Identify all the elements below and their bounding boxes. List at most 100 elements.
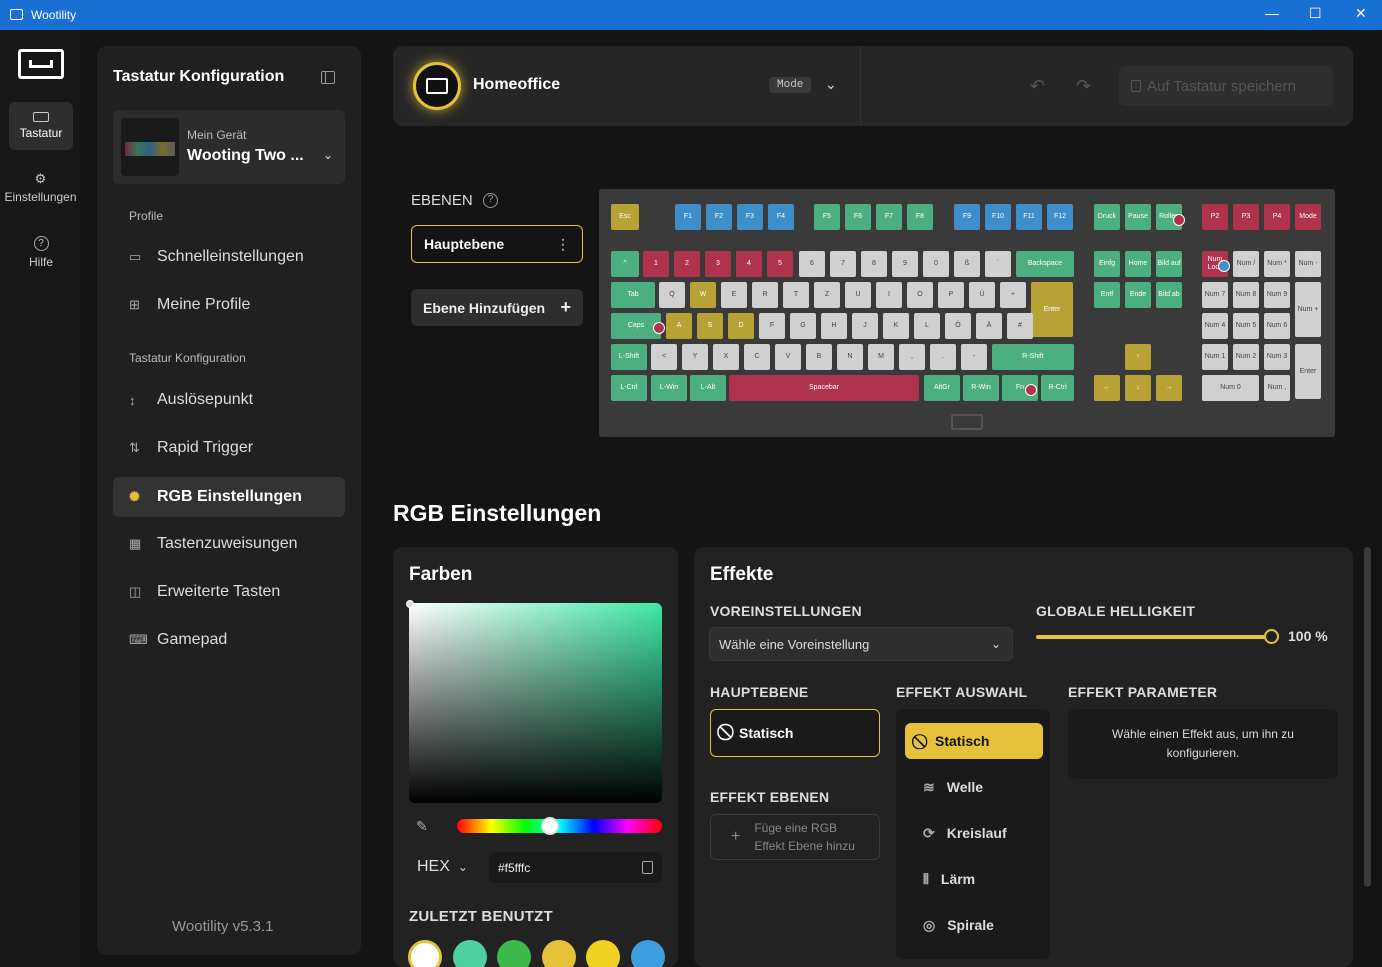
key[interactable]: ,: [899, 344, 925, 370]
key[interactable]: D: [728, 313, 754, 339]
key[interactable]: Num +: [1295, 282, 1321, 337]
key[interactable]: 1: [643, 251, 669, 277]
mode-badge[interactable]: Mode: [769, 77, 812, 93]
key[interactable]: Num 1: [1202, 344, 1228, 370]
key[interactable]: 6: [799, 251, 825, 277]
key[interactable]: Ä: [976, 313, 1002, 339]
key[interactable]: 9: [892, 251, 918, 277]
nav-rgb-einstellungen[interactable]: ✺ RGB Einstellungen: [113, 477, 345, 517]
key[interactable]: Num 5: [1233, 313, 1259, 339]
key[interactable]: 8: [861, 251, 887, 277]
key[interactable]: W: [690, 282, 716, 308]
key[interactable]: Num *: [1264, 251, 1290, 277]
key[interactable]: N: [837, 344, 863, 370]
more-icon[interactable]: ⋮: [556, 236, 570, 253]
key[interactable]: Num ,: [1264, 375, 1290, 401]
recent-color-swatch[interactable]: [586, 940, 620, 967]
key[interactable]: Mode: [1295, 204, 1321, 230]
nav-tastenzuweisungen[interactable]: ▦ Tastenzuweisungen: [113, 524, 345, 564]
key[interactable]: U: [845, 282, 871, 308]
key[interactable]: 2: [674, 251, 700, 277]
color-picker-area[interactable]: [406, 600, 662, 803]
recent-color-swatch[interactable]: [408, 940, 442, 967]
key[interactable]: Ö: [945, 313, 971, 339]
key[interactable]: Q: [659, 282, 685, 308]
key[interactable]: Einfg: [1094, 251, 1120, 277]
chevron-down-icon[interactable]: ⌄: [825, 76, 837, 93]
key[interactable]: Y: [682, 344, 708, 370]
key[interactable]: L-Win: [651, 375, 687, 401]
key[interactable]: J: [852, 313, 878, 339]
key[interactable]: <: [651, 344, 677, 370]
key[interactable]: F1: [675, 204, 701, 230]
key[interactable]: F7: [876, 204, 902, 230]
key[interactable]: Pause: [1125, 204, 1151, 230]
key[interactable]: Num 7: [1202, 282, 1228, 308]
key[interactable]: .: [930, 344, 956, 370]
key[interactable]: B: [806, 344, 832, 370]
effect-welle[interactable]: ≋ Welle: [905, 769, 1043, 805]
key[interactable]: F12: [1047, 204, 1073, 230]
key[interactable]: F6: [845, 204, 871, 230]
key[interactable]: ´: [985, 251, 1011, 277]
key[interactable]: Spacebar: [729, 375, 919, 401]
key[interactable]: P4: [1264, 204, 1290, 230]
key[interactable]: Bild ab: [1156, 282, 1182, 308]
recent-color-swatch[interactable]: [630, 940, 665, 967]
effect-statisch[interactable]: ⃠Statisch: [905, 723, 1043, 759]
presets-select[interactable]: Wähle eine Voreinstellung ⌄: [709, 627, 1013, 661]
brightness-handle[interactable]: [1264, 629, 1279, 644]
nav-erweiterte-tasten[interactable]: ◫ Erweiterte Tasten: [113, 572, 345, 612]
key[interactable]: Ü: [969, 282, 995, 308]
key[interactable]: V: [775, 344, 801, 370]
key[interactable]: K: [883, 313, 909, 339]
key[interactable]: P2: [1202, 204, 1228, 230]
key[interactable]: Esc: [611, 204, 639, 230]
key[interactable]: Tab: [611, 282, 655, 308]
key[interactable]: P3: [1233, 204, 1259, 230]
key[interactable]: R-Shift: [992, 344, 1074, 370]
key[interactable]: 7: [830, 251, 856, 277]
key[interactable]: 0: [923, 251, 949, 277]
key[interactable]: #: [1007, 313, 1033, 339]
hex-input[interactable]: #f5fffc: [489, 852, 662, 883]
recent-color-swatch[interactable]: [541, 940, 576, 967]
nav-gamepad[interactable]: ⌨ Gamepad: [113, 620, 345, 660]
key[interactable]: Num 6: [1264, 313, 1290, 339]
key[interactable]: F: [759, 313, 785, 339]
layer-hauptebene[interactable]: Hauptebene ⋮: [411, 225, 583, 263]
nav-schnelleinstellungen[interactable]: ▭ Schnelleinstellungen: [113, 237, 345, 277]
key[interactable]: F4: [768, 204, 794, 230]
key[interactable]: F10: [985, 204, 1011, 230]
nav-meine-profile[interactable]: ⊞ Meine Profile: [113, 285, 345, 325]
key[interactable]: Num /: [1233, 251, 1259, 277]
key[interactable]: ↓: [1125, 375, 1151, 401]
brightness-slider[interactable]: [1036, 629, 1279, 644]
rail-tastatur[interactable]: Tastatur: [9, 102, 73, 150]
key[interactable]: Bild auf: [1156, 251, 1182, 277]
key[interactable]: R-Win: [963, 375, 999, 401]
hue-slider[interactable]: [457, 817, 662, 835]
key[interactable]: G: [790, 313, 816, 339]
close-button[interactable]: ✕: [1355, 5, 1367, 22]
key[interactable]: Home: [1125, 251, 1151, 277]
key[interactable]: Ende: [1125, 282, 1151, 308]
key[interactable]: L-Shift: [611, 344, 647, 370]
key[interactable]: ß: [954, 251, 980, 277]
collapse-sidebar-icon[interactable]: [321, 71, 335, 84]
key[interactable]: Num 4: [1202, 313, 1228, 339]
key[interactable]: Entf: [1094, 282, 1120, 308]
key[interactable]: Z: [814, 282, 840, 308]
key[interactable]: E: [721, 282, 747, 308]
key[interactable]: C: [744, 344, 770, 370]
device-card[interactable]: Mein Gerät Wooting Two ... ⌄: [113, 110, 345, 184]
save-to-keyboard-button[interactable]: Auf Tastatur speichern: [1119, 66, 1333, 106]
key[interactable]: R-Ctrl: [1041, 375, 1074, 401]
key[interactable]: F11: [1016, 204, 1042, 230]
key[interactable]: F3: [737, 204, 763, 230]
key[interactable]: L-Ctrl: [611, 375, 647, 401]
key[interactable]: -: [961, 344, 987, 370]
copy-icon[interactable]: [642, 861, 653, 874]
key[interactable]: F8: [907, 204, 933, 230]
key[interactable]: O: [907, 282, 933, 308]
